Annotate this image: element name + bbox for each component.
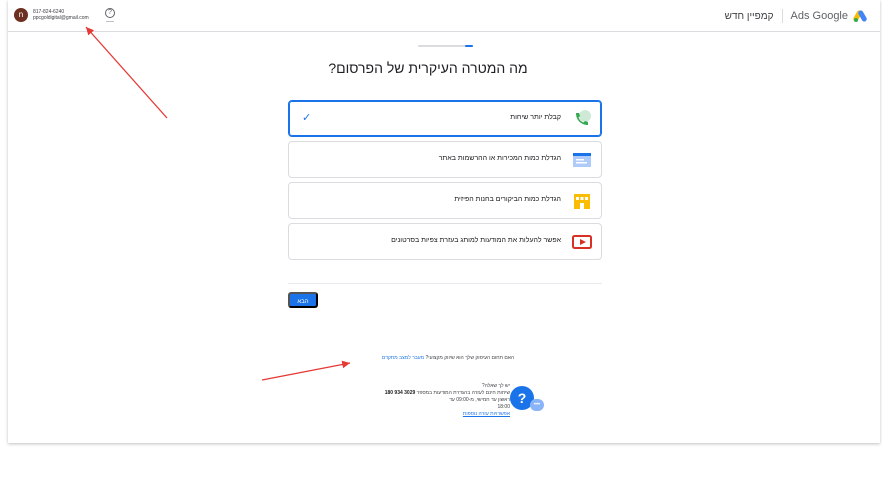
goal-option-website-sales[interactable]: הגדלת כמות המכירות או ההרשמות באתר <box>288 141 602 178</box>
help-hours-end: 18:00 <box>497 404 510 410</box>
video-play-icon <box>572 235 592 249</box>
switch-to-expert-link[interactable]: מעבר למצב מתקדם <box>382 355 424 361</box>
help-underline <box>106 21 114 22</box>
storefront-icon <box>574 194 590 209</box>
step-progress-track <box>418 45 473 47</box>
expert-mode-prompt: האם תחום העיסוק שלך הוא שיווק מקצועי? מע… <box>338 355 558 361</box>
ads-app-window: n 817-824-6240 ppcgoldigital@gmail.com ?… <box>8 0 880 443</box>
goal-option-calls[interactable]: קבלת יותר שיחות ✓ <box>288 100 602 137</box>
help-hours: ראשון עד חמישי, מ-09:00 עד <box>449 397 510 403</box>
page-title: מה המטרה העיקרית של הפרסום? <box>328 60 528 76</box>
avatar[interactable]: n <box>14 8 28 22</box>
browser-window-icon <box>573 153 591 167</box>
next-button[interactable]: הבא <box>288 292 318 308</box>
brand-name: Ads Google <box>790 10 848 22</box>
chat-bubble-icon[interactable]: ••• <box>530 399 544 411</box>
help-panel: יש לך שאלה? שיחות חינם לעזרה בהגדרת המוד… <box>342 383 510 418</box>
help-circle-icon[interactable]: ? <box>105 8 115 18</box>
option-label: הגדלת כמות הביקורים בחנות הפיזית <box>454 196 561 203</box>
checkmark-icon: ✓ <box>302 112 312 124</box>
phone-icon <box>576 110 591 125</box>
expert-mode-question: האם תחום העיסוק שלך הוא שיווק מקצועי? <box>425 355 515 361</box>
account-info: 817-824-6240 ppcgoldigital@gmail.com <box>33 9 89 21</box>
help-line1: שיחות חינם לעזרה בהגדרת המודעות במספר 30… <box>342 390 510 397</box>
google-ads-logo-icon[interactable] <box>852 9 868 23</box>
brand-area: קמפיין חדש Ads Google <box>725 9 868 23</box>
campaign-label: קמפיין חדש <box>724 10 774 22</box>
goal-option-store-visits[interactable]: הגדלת כמות הביקורים בחנות הפיזית <box>288 182 602 219</box>
option-label: קבלת יותר שיחות <box>510 114 561 121</box>
step-progress-fill <box>464 45 473 47</box>
help-title: יש לך שאלה? <box>481 383 510 389</box>
more-help-link[interactable]: אפשרויות עזרה נוספות <box>342 411 510 418</box>
account-chip[interactable]: n 817-824-6240 ppcgoldigital@gmail.com <box>14 8 89 22</box>
section-divider <box>288 283 602 284</box>
option-label: אפשר להעלות את המודעות למותג בעזרת צפיות… <box>391 237 561 244</box>
brand-divider <box>781 9 783 23</box>
help-line1-text: שיחות חינם לעזרה בהגדרת המודעות במספר <box>416 390 510 396</box>
help-phone-number[interactable]: 3029 934 180 <box>385 390 416 396</box>
top-bar: n 817-824-6240 ppcgoldigital@gmail.com ?… <box>8 0 880 32</box>
goal-option-video-views[interactable]: אפשר להעלות את המודעות למותג בעזרת צפיות… <box>288 223 602 260</box>
account-email: ppcgoldigital@gmail.com <box>33 15 89 21</box>
option-label: הגדלת כמות המכירות או ההרשמות באתר <box>438 155 561 162</box>
